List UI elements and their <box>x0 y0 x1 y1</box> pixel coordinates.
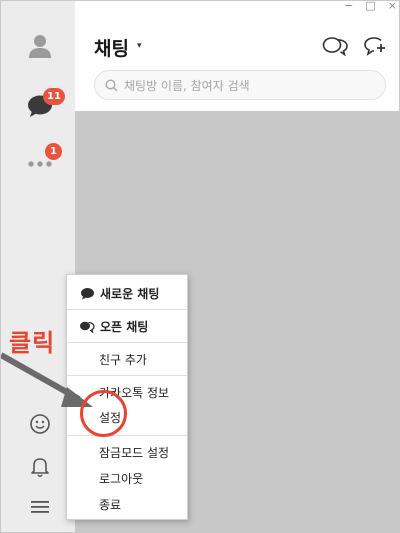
sidebar-item-chats[interactable]: 11 <box>25 88 65 121</box>
sidebar: 11 1 <box>1 1 75 532</box>
hamburger-menu-icon <box>31 501 49 513</box>
new-chat-button[interactable] <box>361 34 389 58</box>
sidebar-item-more[interactable]: 1 <box>25 143 62 179</box>
page-title[interactable]: 채팅 <box>94 34 129 61</box>
person-icon <box>29 35 51 58</box>
menu-item-label: 잠금모드 설정 <box>99 445 170 460</box>
search-input[interactable]: 채팅방 이름, 참여자 검색 <box>94 70 386 100</box>
bell-icon <box>31 458 49 478</box>
menu-item-exit[interactable]: 종료 <box>67 488 187 520</box>
sidebar-item-friends[interactable] <box>25 31 55 61</box>
menu-item-open-chat[interactable]: 오픈 채팅 <box>67 310 187 342</box>
more-dots-icon <box>28 161 52 167</box>
menu-item-label: 새로운 채팅 <box>100 286 160 301</box>
window-controls: − □ × <box>344 1 397 12</box>
open-chat-button[interactable] <box>321 34 349 58</box>
chat-bubble-icon <box>77 287 97 300</box>
search-icon <box>105 78 118 92</box>
more-badge: 1 <box>45 143 62 160</box>
open-chat-icon <box>77 320 97 333</box>
close-button[interactable]: × <box>388 1 397 12</box>
sidebar-item-notifications[interactable] <box>25 452 55 482</box>
minimize-button[interactable]: − <box>344 1 353 12</box>
new-chat-icon <box>364 37 385 56</box>
chats-badge: 11 <box>43 88 65 105</box>
open-chat-icon <box>322 37 348 56</box>
highlight-circle <box>80 390 127 437</box>
menu-item-label: 종료 <box>99 497 122 512</box>
sidebar-item-menu[interactable] <box>25 492 55 522</box>
search-placeholder: 채팅방 이름, 참여자 검색 <box>124 78 250 93</box>
title-dropdown-caret[interactable]: ▾ <box>137 41 142 51</box>
menu-item-label: 오픈 채팅 <box>100 319 149 334</box>
kakaotalk-window: 11 1 − □ × 채팅 ▾ 채팅방 이름, 참여자 검색 새로운 채팅 오픈… <box>0 0 400 533</box>
menu-item-new-chat[interactable]: 새로운 채팅 <box>67 277 187 309</box>
maximize-button[interactable]: □ <box>365 1 375 12</box>
menu-item-label: 로그아웃 <box>99 471 144 486</box>
